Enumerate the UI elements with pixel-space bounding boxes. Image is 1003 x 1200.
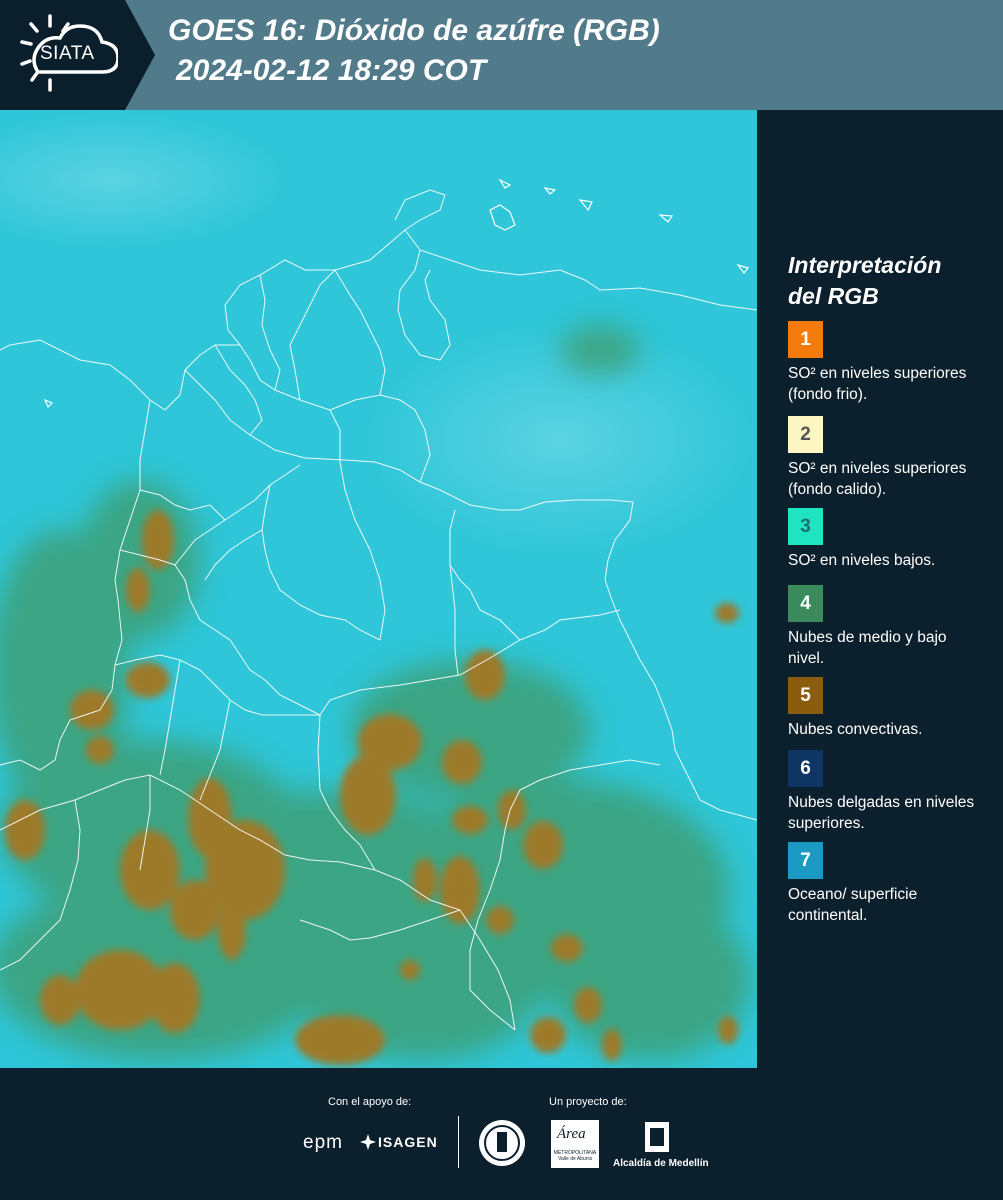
legend-swatch-6: 6 [788, 750, 823, 787]
legend-swatch-7: 7 [788, 842, 823, 879]
legend-title-line1: Interpretación [788, 252, 942, 278]
legend-title: Interpretación del RGB [788, 250, 988, 312]
isagen-logo[interactable]: ISAGEN [378, 1134, 438, 1150]
legend-swatch-1: 1 [788, 321, 823, 358]
alcaldia-logo[interactable]: Alcaldía de Medellín [613, 1158, 709, 1169]
legend-title-line2: del RGB [788, 283, 879, 309]
footer-divider [458, 1116, 459, 1168]
legend-label-6: Nubes delgadas en niveles superiores. [788, 794, 975, 832]
isagen-icon [360, 1134, 376, 1150]
legend-item-4: 4 Nubes de medio y bajo nivel. [788, 585, 993, 669]
legend-swatch-3: 3 [788, 508, 823, 545]
legend-swatch-2: 2 [788, 416, 823, 453]
legend-swatch-5: 5 [788, 677, 823, 714]
legend-label-1: SO² en niveles superiores (fondo frio). [788, 365, 967, 403]
legend-item-3: 3 SO² en niveles bajos. [788, 508, 993, 571]
page-timestamp: 2024-02-12 18:29 COT [176, 54, 487, 87]
project-caption: Un proyecto de: [549, 1096, 627, 1108]
support-caption: Con el apoyo de: [328, 1096, 412, 1108]
legend-item-1: 1 SO² en niveles superiores (fondo frio)… [788, 321, 993, 405]
legend-item-7: 7 Oceano/ superficie continental. [788, 842, 993, 926]
legend-label-5: Nubes convectivas. [788, 721, 923, 738]
legend-label-4: Nubes de medio y bajo nivel. [788, 629, 947, 667]
legend-item-5: 5 Nubes convectivas. [788, 677, 993, 740]
legend-item-2: 2 SO² en niveles superiores (fondo calid… [788, 416, 993, 520]
legend-panel: Interpretación del RGB 1 SO² en niveles … [770, 110, 1003, 1068]
satellite-map[interactable] [0, 110, 757, 1068]
medellin-seal-icon[interactable] [478, 1118, 526, 1168]
legend-label-7: Oceano/ superficie continental. [788, 886, 918, 924]
header-chevron [118, 0, 155, 110]
legend-item-6: 6 Nubes delgadas en niveles superiores. [788, 750, 993, 834]
header-bar: SIATA GOES 16: Dióxido de azúfre (RGB) 2… [0, 0, 1003, 110]
area-metropolitana-mark: Área [557, 1126, 586, 1142]
area-metropolitana-logo[interactable]: Área METROPOLITANA Valle de Aburrá [551, 1120, 599, 1168]
alcaldia-crest-icon [645, 1122, 669, 1152]
siata-logo[interactable]: SIATA [0, 0, 125, 110]
footer: Con el apoyo de: Un proyecto de: epm ISA… [0, 1068, 1003, 1200]
area-metropolitana-subtitle: METROPOLITANA Valle de Aburrá [553, 1150, 597, 1162]
legend-label-2: SO² en niveles superiores (fondo calido)… [788, 460, 967, 498]
page-title: GOES 16: Dióxido de azúfre (RGB) [168, 14, 660, 47]
logo-text: SIATA [40, 43, 95, 64]
epm-logo[interactable]: epm [303, 1132, 343, 1154]
legend-swatch-4: 4 [788, 585, 823, 622]
legend-label-3: SO² en niveles bajos. [788, 552, 936, 569]
